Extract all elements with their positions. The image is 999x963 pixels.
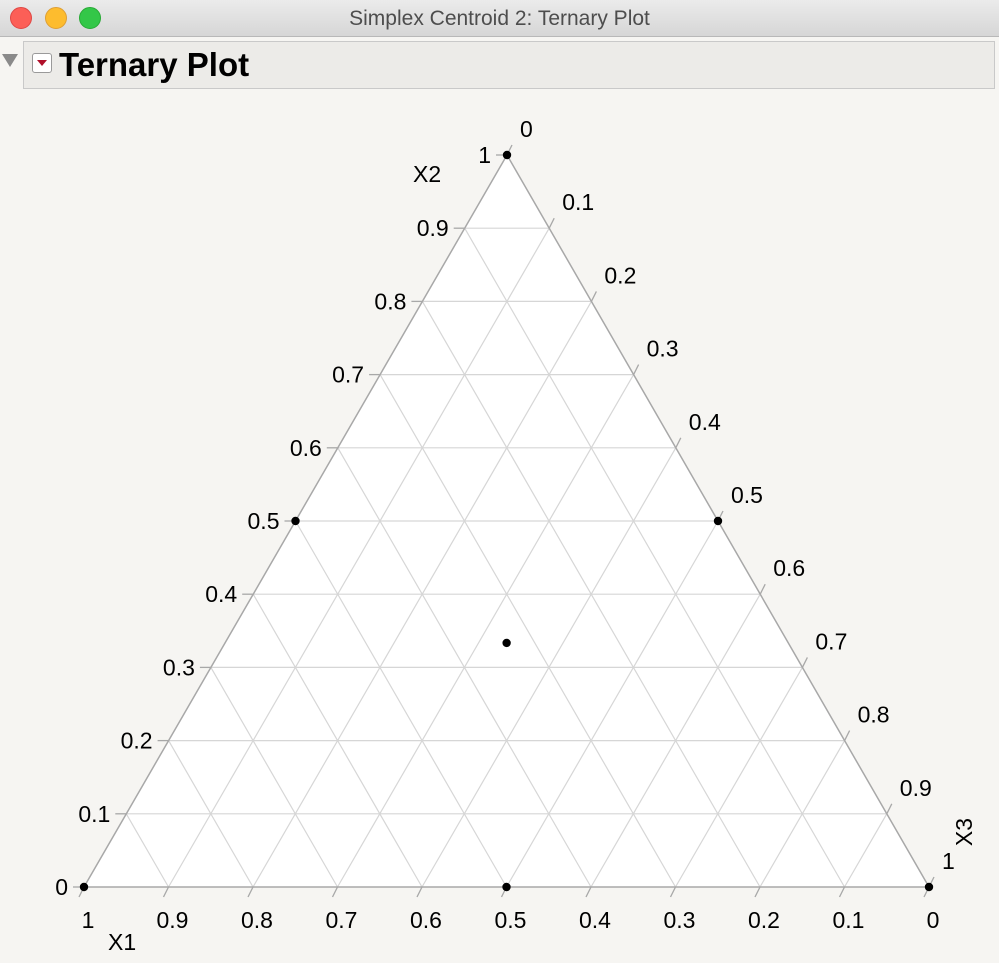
- window-titlebar: Simplex Centroid 2: Ternary Plot: [0, 0, 999, 37]
- tick-label-x1: 1: [82, 907, 95, 933]
- tick-x3: [844, 730, 851, 741]
- tick-x3: [759, 583, 766, 595]
- tick-label-x1: 0.4: [579, 907, 611, 933]
- tick-x3: [590, 291, 597, 302]
- tick-x1: [585, 886, 592, 898]
- tick-label-x1: 0.6: [410, 907, 442, 933]
- window-title: Simplex Centroid 2: Ternary Plot: [349, 7, 650, 30]
- report-title: Ternary Plot: [59, 46, 250, 83]
- data-point: [924, 882, 934, 892]
- outline-header: Ternary Plot: [23, 41, 995, 89]
- tick-label-x2: 0.1: [78, 801, 110, 827]
- tick-label-x1: 0.8: [241, 907, 273, 933]
- tick-label-x3: 0.3: [647, 336, 679, 362]
- tick-x3: [801, 657, 808, 668]
- tick-x1: [754, 886, 761, 898]
- axis-label-x3: X3: [951, 818, 977, 846]
- tick-label-x2: 0.7: [332, 362, 364, 388]
- tick-label-x3: 1: [942, 848, 955, 874]
- tick-label-x3: 0.9: [900, 775, 932, 801]
- disclosure-triangle-icon[interactable]: [2, 54, 18, 67]
- tick-x3: [886, 803, 893, 815]
- tick-x1: [416, 886, 423, 898]
- tick-label-x1: 0.2: [748, 907, 780, 933]
- tick-label-x2: 0.9: [417, 215, 449, 241]
- tick-label-x3: 0.5: [731, 482, 763, 508]
- data-point: [502, 150, 512, 160]
- tick-x1: [162, 886, 170, 898]
- tick-label-x2: 0.3: [163, 654, 195, 680]
- data-point: [502, 638, 511, 648]
- tick-label-x2: 0.6: [290, 435, 322, 461]
- tick-label-x2: 0: [55, 874, 68, 900]
- tick-x3: [675, 437, 682, 449]
- data-point: [291, 516, 300, 526]
- tick-label-x1: 0: [927, 907, 940, 933]
- tick-x1: [669, 886, 677, 898]
- ternary-plot: 0100.10.90.10.20.80.20.30.70.30.40.60.40…: [55, 116, 977, 955]
- tick-x3: [548, 217, 555, 229]
- data-point: [713, 516, 723, 526]
- tick-label-x1: 0.3: [664, 907, 696, 933]
- tick-label-x2: 0.5: [248, 508, 280, 534]
- tick-label-x3: 0.8: [858, 702, 890, 728]
- data-point: [502, 882, 511, 892]
- tick-x3: [633, 364, 640, 375]
- tick-label-x2: 1: [478, 142, 491, 168]
- tick-label-x2: 0.2: [121, 728, 153, 754]
- tick-x1: [838, 886, 846, 898]
- tick-x1: [331, 886, 339, 898]
- tick-label-x1: 0.7: [326, 907, 358, 933]
- tick-label-x3: 0.7: [815, 628, 847, 654]
- tick-label-x2: 0.4: [205, 581, 237, 607]
- tick-label-x3: 0.4: [689, 409, 721, 435]
- tick-x1: [247, 886, 254, 898]
- tick-label-x1: 0.9: [157, 907, 189, 933]
- tick-label-x1: 0.5: [495, 907, 527, 933]
- tick-label-x3: 0.1: [562, 189, 594, 215]
- red-triangle-menu-icon[interactable]: [32, 53, 52, 73]
- axis-label-x1: X1: [108, 929, 136, 955]
- data-point: [79, 882, 89, 892]
- tick-label-x2: 0.8: [374, 288, 406, 314]
- axis-label-x2: X2: [413, 161, 441, 187]
- tick-label-x3: 0: [520, 116, 533, 142]
- tick-label-x3: 0.6: [773, 555, 805, 581]
- tick-label-x1: 0.1: [833, 907, 865, 933]
- tick-label-x3: 0.2: [604, 262, 636, 288]
